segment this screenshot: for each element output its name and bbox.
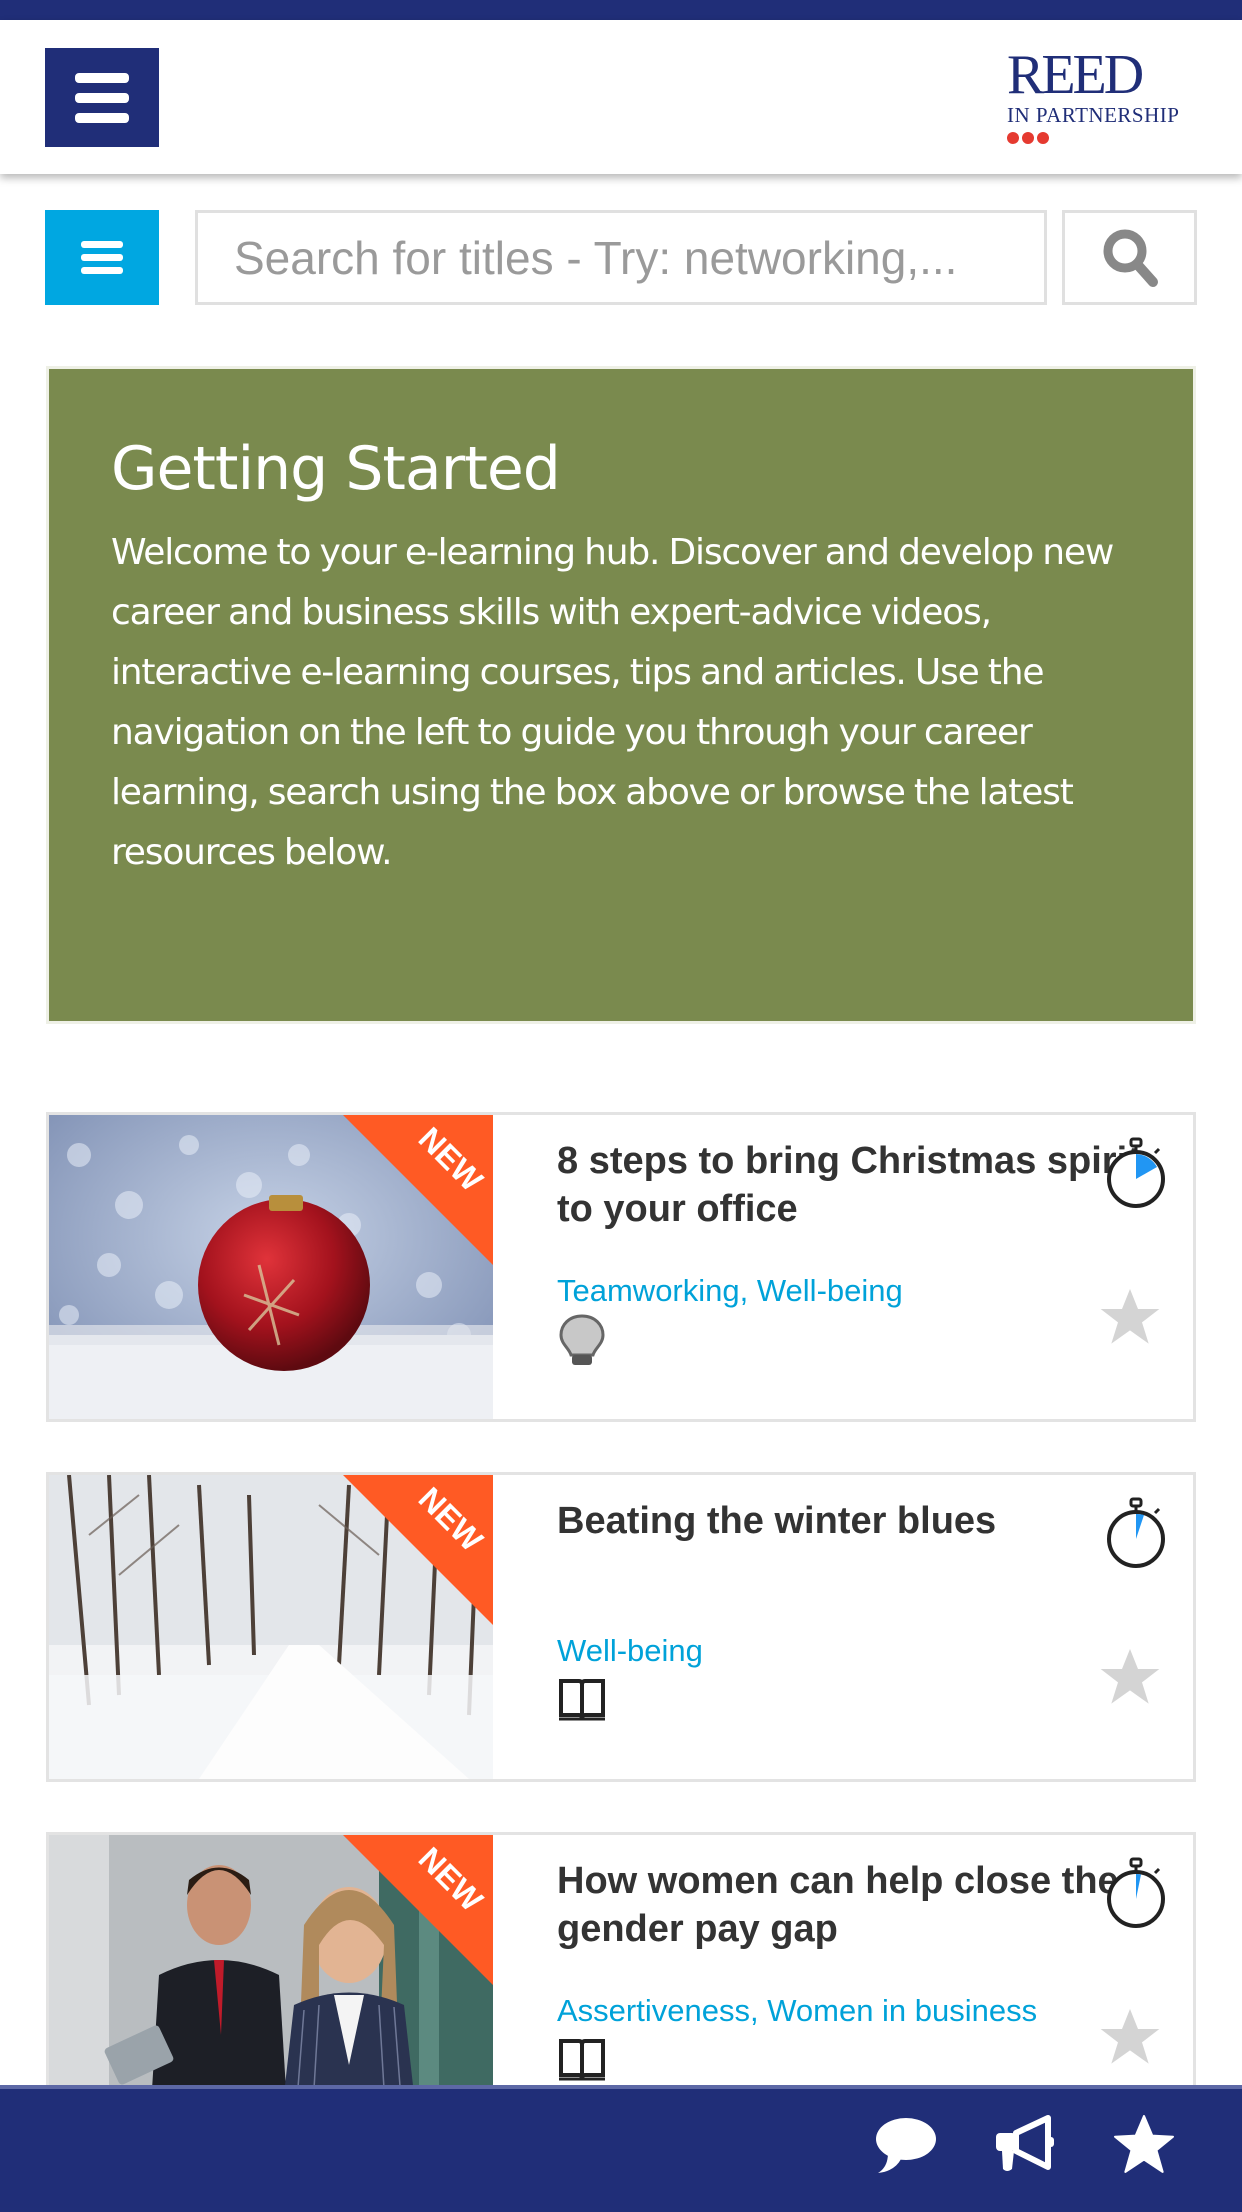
intro-title: Getting Started — [111, 434, 561, 504]
list-line — [81, 254, 123, 261]
search-icon — [1103, 229, 1158, 287]
list-line — [81, 267, 123, 274]
resource-thumbnail[interactable]: NEW — [49, 1475, 493, 1779]
category-nav-button[interactable] — [45, 210, 159, 305]
megaphone-icon[interactable] — [994, 2115, 1058, 2175]
resource-title[interactable]: 8 steps to bring Christmas spirit to you… — [557, 1137, 1157, 1233]
chat-bubble-icon[interactable] — [874, 2115, 938, 2175]
logo-tagline: IN PARTNERSHIP — [1007, 103, 1180, 127]
main-menu-button[interactable] — [45, 48, 159, 147]
lightbulb-icon — [559, 1314, 605, 1365]
stopwatch-icon[interactable] — [1105, 1137, 1167, 1209]
hamburger-line — [75, 112, 129, 123]
stopwatch-icon[interactable] — [1105, 1497, 1167, 1569]
hamburger-menu-icon — [75, 72, 129, 83]
search-input[interactable] — [195, 210, 1047, 305]
intro-body: Welcome to your e-learning hub. Discover… — [111, 532, 1114, 873]
new-badge: NEW — [343, 1835, 493, 1985]
resource-title[interactable]: How women can help close the gender pay … — [557, 1857, 1157, 1953]
stopwatch-icon[interactable] — [1105, 1857, 1167, 1929]
getting-started-panel: Getting Started Welcome to your e-learni… — [46, 366, 1196, 1024]
favorite-star-icon[interactable] — [1097, 1645, 1163, 1709]
logo-dots — [1007, 132, 1199, 144]
status-strip — [0, 0, 1242, 20]
hamburger-line — [75, 92, 129, 103]
bottom-toolbar — [0, 2085, 1242, 2212]
app-header: REED IN PARTNERSHIP — [0, 20, 1242, 174]
search-button[interactable] — [1062, 210, 1197, 305]
resource-tags[interactable]: Assertiveness, Women in business — [557, 1993, 1037, 2029]
resource-tags[interactable]: Well-being — [557, 1633, 703, 1669]
favorite-star-icon[interactable] — [1097, 1285, 1163, 1349]
favorite-star-icon[interactable] — [1097, 2005, 1163, 2069]
resource-card[interactable]: NEW Beating the winter blues Well-being — [46, 1472, 1196, 1782]
resource-card[interactable]: NEW 8 steps to bring Christmas spirit to… — [46, 1112, 1196, 1422]
list-menu-icon — [81, 241, 123, 248]
resource-title[interactable]: Beating the winter blues — [557, 1497, 1157, 1545]
star-icon[interactable] — [1112, 2115, 1176, 2175]
logo-brand: REED — [1007, 44, 1144, 106]
resource-tags[interactable]: Teamworking, Well-being — [557, 1273, 903, 1309]
book-icon — [559, 1679, 605, 1721]
reed-logo[interactable]: REED IN PARTNERSHIP — [1007, 44, 1199, 150]
new-badge: NEW — [343, 1115, 493, 1265]
book-icon — [559, 2039, 605, 2081]
resource-thumbnail[interactable]: NEW — [49, 1115, 493, 1419]
new-badge: NEW — [343, 1475, 493, 1625]
